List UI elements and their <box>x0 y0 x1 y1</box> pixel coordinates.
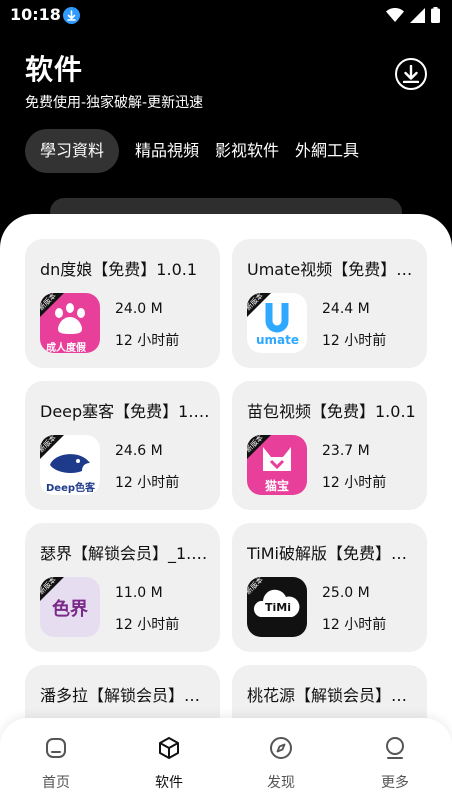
app-title: Deep塞客【免费】1.0.1 <box>40 402 210 421</box>
app-icon-text: 成人度假 <box>46 343 86 353</box>
pink-paw-icon: 成人度假 新版本 <box>40 293 100 353</box>
app-size: 24.0 M <box>115 301 163 317</box>
nav-software[interactable]: 软件 <box>134 736 204 792</box>
content-sheet: dn度娘【免费】1.0.1 成人度假 新版本 24.0 M 12 小时前 Uma… <box>0 214 452 804</box>
category-tabs: 學习資料 精品視頻 影视软件 外網工具 <box>25 129 375 173</box>
nav-home[interactable]: 首页 <box>21 736 91 792</box>
page-header: 软件 免费使用-独家破解-更新迅速 <box>25 48 203 112</box>
app-icon-text: umate <box>256 333 300 347</box>
status-bar: 10:18 <box>0 0 452 32</box>
tab-tools[interactable]: 外網工具 <box>295 129 359 173</box>
app-updated-time: 12 小时前 <box>115 617 180 633</box>
nav-label: 首页 <box>42 775 70 791</box>
download-button[interactable] <box>395 58 427 90</box>
app-icon-text: 色界 <box>52 599 88 620</box>
nav-discover[interactable]: 发现 <box>246 736 316 792</box>
download-icon <box>403 65 419 83</box>
tab-video-apps[interactable]: 影视软件 <box>215 129 279 173</box>
sejie-icon: 色界 新版本 <box>40 577 100 637</box>
signal-icon <box>410 7 425 23</box>
tab-study[interactable]: 學习資料 <box>25 129 120 173</box>
app-updated-time: 12 小时前 <box>322 333 387 349</box>
app-icon-text: TiMi <box>265 601 291 614</box>
app-title: 潘多拉【解锁会员】1.0.1 <box>40 686 210 705</box>
page-subtitle: 免费使用-独家破解-更新迅速 <box>25 95 204 111</box>
app-title: 苗包视频【免费】1.0.1 <box>247 402 416 421</box>
cat-mask-icon: 猫宝 新版本 <box>247 435 307 495</box>
app-card[interactable]: Deep塞客【免费】1.0.1 Deep色客 新版本 24.6 M 12 小时前 <box>25 381 220 510</box>
app-title: dn度娘【免费】1.0.1 <box>40 260 198 279</box>
status-icons <box>386 7 440 23</box>
app-size: 24.6 M <box>115 443 163 459</box>
app-size: 23.7 M <box>322 443 370 459</box>
app-updated-time: 12 小时前 <box>322 617 387 633</box>
app-title: Umate视频【免费】1.0.1 <box>247 260 417 279</box>
umate-icon: umate 新版本 <box>247 293 307 353</box>
bottom-navigation: 首页 软件 发现 更多 <box>0 718 452 804</box>
app-size: 25.0 M <box>322 585 370 601</box>
nav-label: 发现 <box>267 775 295 791</box>
app-icon-text: Deep色客 <box>46 483 96 494</box>
battery-icon <box>431 7 440 23</box>
app-updated-time: 12 小时前 <box>322 475 387 491</box>
nav-label: 更多 <box>381 775 409 791</box>
wifi-icon <box>386 7 404 22</box>
app-card[interactable]: 瑟界【解锁会员】_1.0.1 色界 新版本 11.0 M 12 小时前 <box>25 523 220 652</box>
nav-label: 软件 <box>155 775 183 791</box>
nav-more[interactable]: 更多 <box>360 736 430 792</box>
compass-icon <box>270 737 292 759</box>
status-time: 10:18 <box>10 5 61 24</box>
page-title: 软件 <box>25 53 84 86</box>
app-card[interactable]: Umate视频【免费】1.0.1 umate 新版本 24.4 M 12 小时前 <box>232 239 427 368</box>
timi-icon: TiMi 新版本 <box>247 577 307 637</box>
app-title: 桃花源【解锁会员】1.0.1 <box>247 686 417 705</box>
app-card[interactable]: 苗包视频【免费】1.0.1 猫宝 新版本 23.7 M 12 小时前 <box>232 381 427 510</box>
app-icon-text: 猫宝 <box>265 479 290 493</box>
home-icon <box>46 738 66 758</box>
app-card[interactable]: dn度娘【免费】1.0.1 成人度假 新版本 24.0 M 12 小时前 <box>25 239 220 368</box>
cube-icon <box>159 737 179 759</box>
app-title: TiMi破解版【免费】1.0.1 <box>247 544 417 563</box>
app-size: 24.4 M <box>322 301 370 317</box>
deep-whale-icon: Deep色客 新版本 <box>40 435 100 495</box>
tab-videos[interactable]: 精品視頻 <box>135 129 199 173</box>
app-title: 瑟界【解锁会员】_1.0.1 <box>40 544 210 563</box>
app-updated-time: 12 小时前 <box>115 475 180 491</box>
app-updated-time: 12 小时前 <box>115 333 180 349</box>
download-notification-icon <box>63 7 80 24</box>
app-size: 11.0 M <box>115 585 163 601</box>
app-card[interactable]: TiMi破解版【免费】1.0.1 TiMi 新版本 25.0 M 12 小时前 <box>232 523 427 652</box>
profile-icon <box>386 737 404 759</box>
